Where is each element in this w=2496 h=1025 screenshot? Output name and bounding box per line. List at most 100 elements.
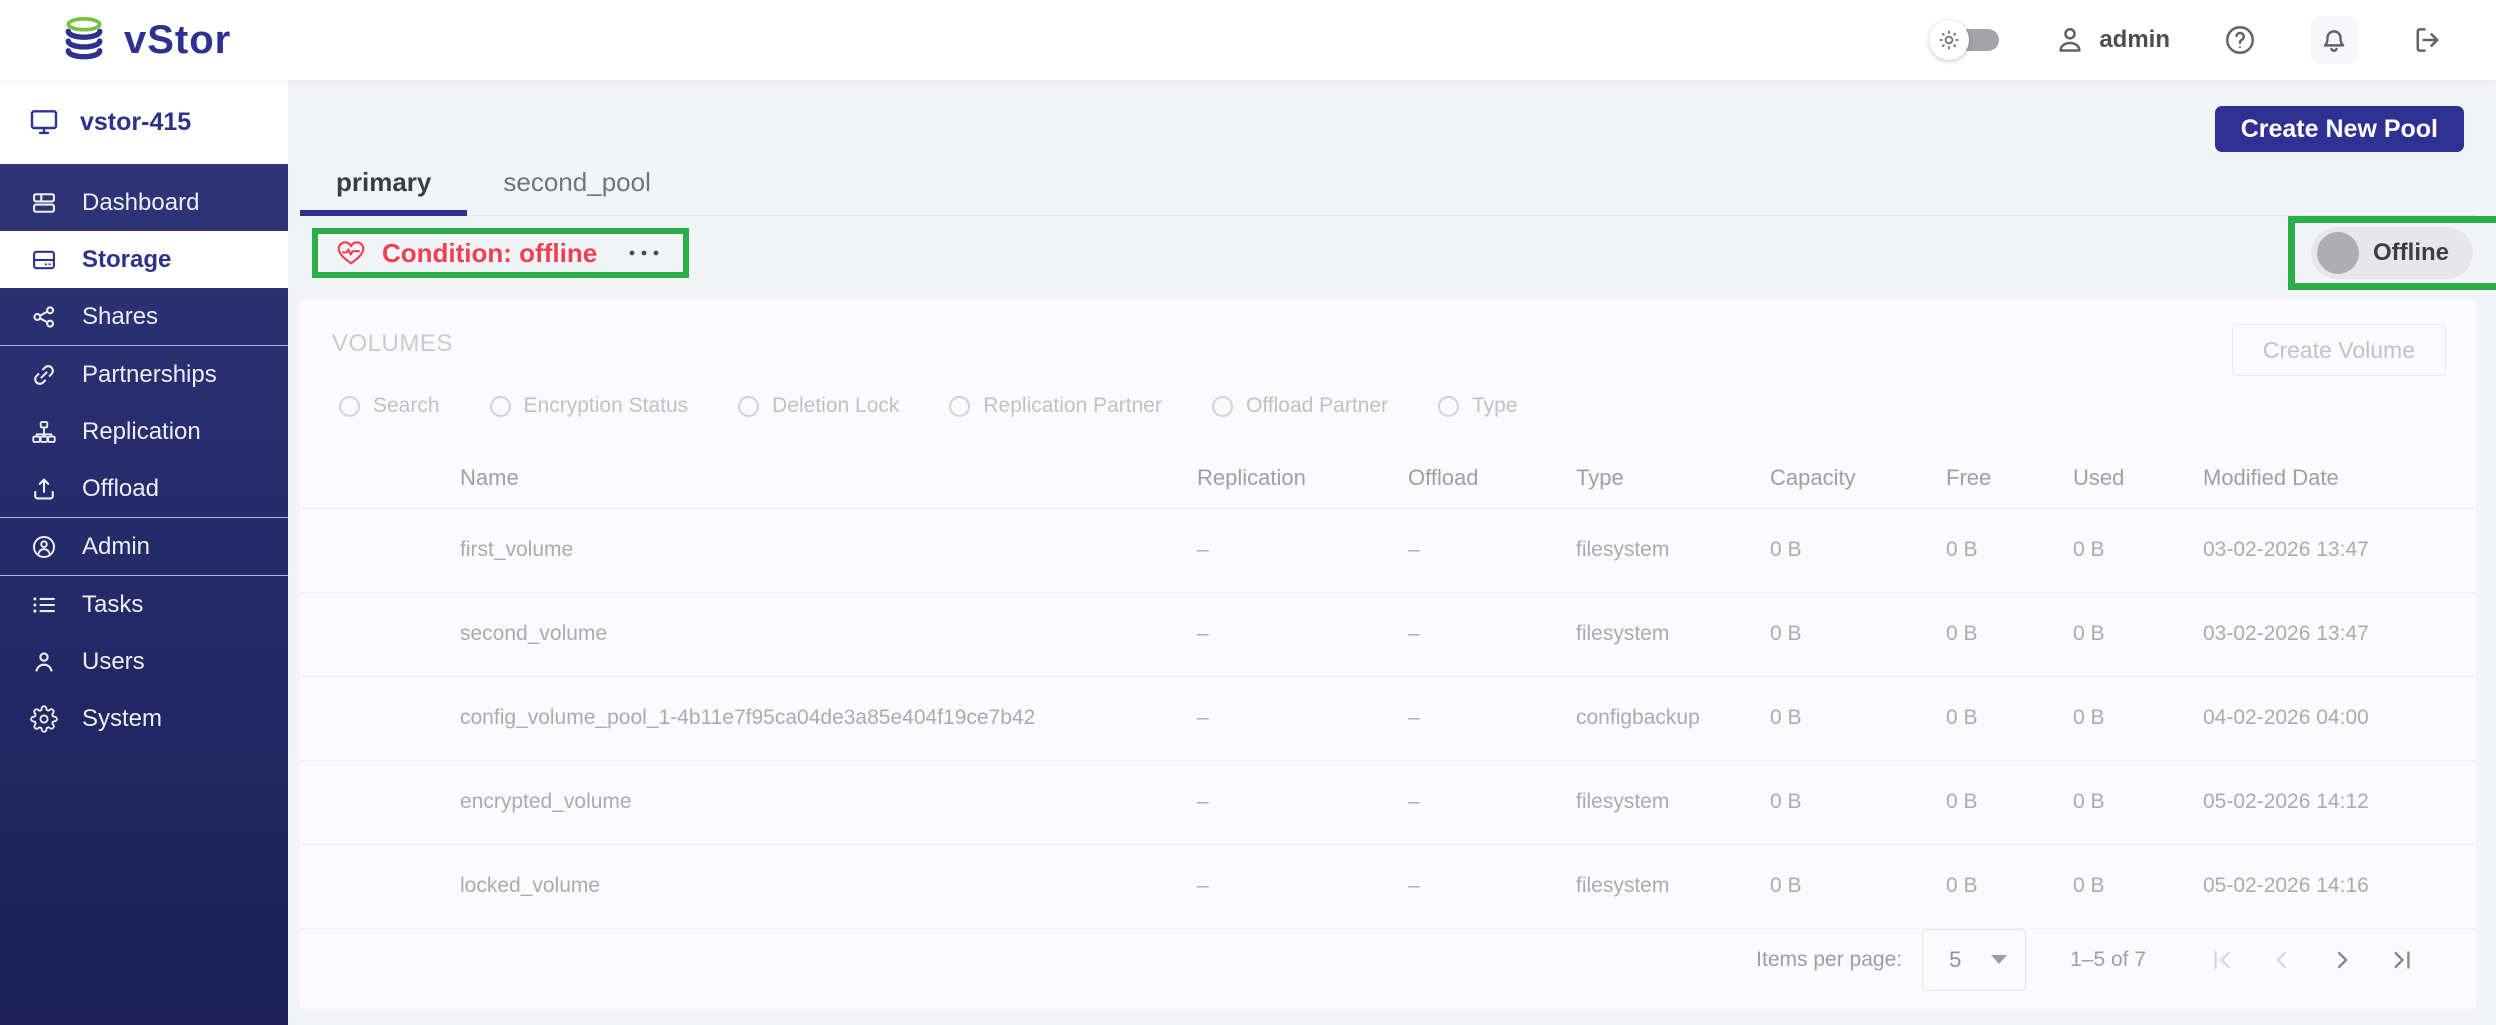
- filter-offload-partner[interactable]: Offload Partner: [1211, 394, 1389, 418]
- theme-gear-icon: [1939, 30, 1959, 50]
- sidebar-item-storage[interactable]: Storage: [0, 231, 288, 288]
- create-volume-button[interactable]: Create Volume: [2231, 324, 2446, 376]
- radio-icon[interactable]: [489, 395, 511, 417]
- top-header: vStor admin: [0, 0, 2496, 80]
- sidebar-item-label: System: [82, 704, 163, 732]
- tasks-list-icon: [33, 596, 55, 613]
- cell-capacity: 0 B: [1770, 676, 1946, 761]
- sidebar: vstor-415 Dashboard Storage Shares Partn…: [0, 80, 288, 1025]
- cell-name: first_volume: [300, 508, 1197, 593]
- radio-icon[interactable]: [1438, 395, 1460, 417]
- theme-toggle[interactable]: [1929, 18, 2007, 62]
- cell-free: 0 B: [1946, 592, 2073, 677]
- sidebar-host[interactable]: vstor-415: [0, 80, 288, 164]
- column-capacity: Capacity: [1770, 448, 1946, 509]
- pool-condition-annotation: Condition: offline: [312, 228, 690, 278]
- sidebar-item-admin[interactable]: Admin: [0, 518, 288, 575]
- cell-capacity: 0 B: [1770, 592, 1946, 677]
- sidebar-item-partnerships[interactable]: Partnerships: [0, 346, 288, 403]
- bell-icon: [2323, 30, 2345, 52]
- pool-offline-annotation: Offline: [2288, 216, 2496, 290]
- filter-type[interactable]: Type: [1438, 394, 1518, 418]
- tab-primary[interactable]: primary: [300, 150, 468, 216]
- brand-name: vStor: [124, 17, 232, 62]
- sidebar-item-replication[interactable]: Replication: [0, 403, 288, 460]
- cell-modified: 05-02-2026 14:16: [2203, 844, 2476, 929]
- cell-used: 0 B: [2073, 760, 2203, 845]
- filter-deletion-lock[interactable]: Deletion Lock: [738, 394, 899, 418]
- radio-icon[interactable]: [1211, 395, 1233, 417]
- cell-replication: –: [1197, 676, 1408, 761]
- radio-icon[interactable]: [339, 395, 360, 417]
- sidebar-item-label: Partnerships: [82, 360, 217, 388]
- table-row[interactable]: encrypted_volume – – filesystem 0 B 0 B …: [300, 760, 2476, 845]
- theme-toggle-thumb[interactable]: [1929, 20, 1970, 60]
- volumes-table: Name Replication Offload Type Capacity F…: [300, 448, 2476, 929]
- help-button[interactable]: [2216, 16, 2264, 64]
- cell-free: 0 B: [1946, 844, 2073, 929]
- filter-encryption-status[interactable]: Encryption Status: [489, 394, 688, 418]
- brand-logo: vStor: [0, 14, 231, 66]
- toggle-label: Offline: [2373, 239, 2449, 266]
- cell-used: 0 B: [2073, 844, 2203, 929]
- cell-offload: –: [1408, 508, 1576, 593]
- next-page-icon: [2337, 951, 2348, 968]
- first-page-button[interactable]: [2192, 936, 2252, 984]
- user-menu[interactable]: admin: [2053, 23, 2170, 57]
- filter-label: Type: [1472, 394, 1518, 417]
- share-icon: [33, 305, 55, 328]
- table-row[interactable]: first_volume – – filesystem 0 B 0 B 0 B …: [300, 508, 2476, 593]
- table-row[interactable]: second_volume – – filesystem 0 B 0 B 0 B…: [300, 592, 2476, 677]
- filter-search[interactable]: Search: [339, 394, 440, 418]
- vstor-app: vStor admin vstor-415 Dashboard Storage …: [0, 0, 2496, 1025]
- cell-modified: 04-02-2026 04:00: [2203, 676, 2476, 761]
- volumes-panel: VOLUMES Create Volume Search Encryption …: [300, 300, 2476, 1010]
- cell-free: 0 B: [1946, 760, 2073, 845]
- filter-label: Offload Partner: [1245, 394, 1389, 417]
- page-size-select[interactable]: 5: [1922, 928, 2027, 991]
- notifications-button[interactable]: [2310, 16, 2358, 64]
- pool-condition-status: Condition: offline: [382, 237, 598, 268]
- previous-page-button[interactable]: [2252, 936, 2312, 984]
- pool-online-toggle[interactable]: Offline: [2311, 227, 2473, 279]
- users-icon: [35, 651, 53, 672]
- sidebar-item-users[interactable]: Users: [0, 633, 288, 690]
- previous-page-icon: [2276, 951, 2287, 968]
- sidebar-item-system[interactable]: System: [0, 690, 288, 747]
- heart-pulse-icon: [337, 241, 365, 265]
- radio-icon[interactable]: [738, 395, 760, 417]
- link-icon: [34, 364, 54, 385]
- tab-second-pool[interactable]: second_pool: [467, 150, 686, 215]
- sidebar-item-offload[interactable]: Offload: [0, 460, 288, 517]
- filter-replication-partner[interactable]: Replication Partner: [949, 394, 1162, 418]
- sidebar-item-label: Shares: [82, 302, 159, 330]
- pool-tabs: primary second_pool: [300, 150, 2476, 216]
- toggle-knob[interactable]: [2317, 232, 2359, 274]
- sidebar-item-label: Users: [82, 647, 145, 675]
- cell-modified: 03-02-2026 13:47: [2203, 508, 2476, 593]
- last-page-button[interactable]: [2372, 936, 2432, 984]
- table-row[interactable]: config_volume_pool_1-4b11e7f95ca04de3a85…: [300, 676, 2476, 761]
- sidebar-item-tasks[interactable]: Tasks: [0, 576, 288, 633]
- cell-name: locked_volume: [300, 844, 1197, 929]
- cell-free: 0 B: [1946, 508, 2073, 593]
- next-page-button[interactable]: [2312, 936, 2372, 984]
- cell-name: second_volume: [300, 592, 1197, 677]
- cell-used: 0 B: [2073, 592, 2203, 677]
- sidebar-item-shares[interactable]: Shares: [0, 288, 288, 345]
- column-name: Name: [300, 448, 1197, 509]
- create-new-pool-button[interactable]: Create New Pool: [2214, 106, 2464, 152]
- cell-type: configbackup: [1576, 676, 1770, 761]
- more-options-icon: [629, 250, 659, 256]
- radio-icon[interactable]: [949, 395, 971, 417]
- table-row[interactable]: locked_volume – – filesystem 0 B 0 B 0 B…: [300, 844, 2476, 929]
- pool-more-options-button[interactable]: [627, 247, 661, 259]
- filter-label: Search: [373, 394, 440, 417]
- cell-capacity: 0 B: [1770, 508, 1946, 593]
- cell-replication: –: [1197, 592, 1408, 677]
- cell-type: filesystem: [1576, 592, 1770, 677]
- cell-modified: 05-02-2026 14:12: [2203, 760, 2476, 845]
- logout-button[interactable]: [2404, 16, 2452, 64]
- admin-icon: [32, 535, 56, 558]
- sidebar-item-dashboard[interactable]: Dashboard: [0, 174, 288, 231]
